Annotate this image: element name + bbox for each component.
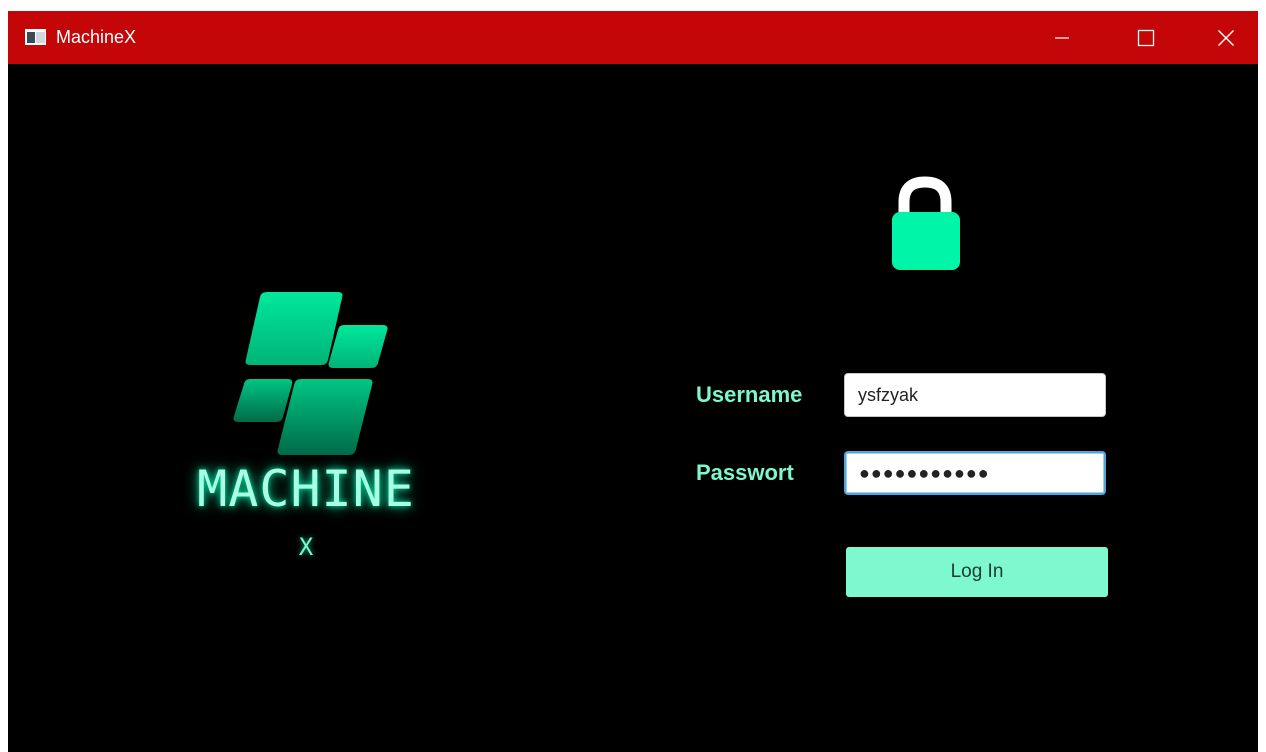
maximize-button[interactable] xyxy=(1104,11,1188,64)
close-icon xyxy=(1218,29,1234,46)
brand-suffix: X xyxy=(298,533,314,561)
close-button[interactable] xyxy=(1184,11,1258,64)
window-title: MachineX xyxy=(56,27,137,47)
minimize-icon xyxy=(1055,36,1069,39)
username-input[interactable] xyxy=(844,373,1106,417)
maximize-icon xyxy=(1137,29,1155,46)
lock-icon xyxy=(892,176,960,270)
login-button[interactable]: Log In xyxy=(846,547,1108,597)
app-window-icon xyxy=(25,29,46,45)
app-window: MachineX MACHINE X Username ysfzyak Pass… xyxy=(8,11,1258,752)
password-input[interactable] xyxy=(844,451,1106,495)
title-bar[interactable]: MachineX xyxy=(8,11,1258,64)
minimize-button[interactable] xyxy=(1020,11,1104,64)
brand-wordmark: MACHINE xyxy=(197,460,415,518)
username-label: Username xyxy=(696,382,803,407)
password-label: Passwort xyxy=(696,460,794,485)
